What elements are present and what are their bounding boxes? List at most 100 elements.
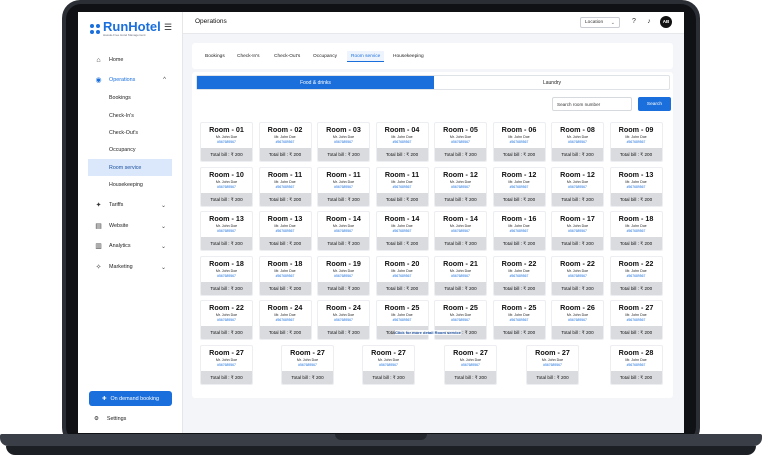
room-card[interactable]: Room - 12 Mr. John Doe #567689567 Total bil… xyxy=(434,167,487,207)
total-bill: Total bill : ₹ 200 xyxy=(363,371,414,384)
guest-phone: #567689567 xyxy=(626,318,646,322)
room-card[interactable]: Room - 05 Mr. John Doe #567689567 Total bil… xyxy=(434,122,487,162)
segment-food-drinks[interactable]: Food & drinks xyxy=(197,76,434,89)
marketing-icon: ✧ xyxy=(95,264,102,271)
sidebar-sub-bookings[interactable]: Bookings xyxy=(104,90,170,106)
room-card[interactable]: Room - 06 Mr. John Doe #567689567 Total bil… xyxy=(492,122,546,162)
room-card[interactable]: Room - 22 Mr. John Doe #567689567 Total bil… xyxy=(492,256,546,296)
sidebar-sub-room-service[interactable]: Room service xyxy=(88,159,172,176)
tab-housekeeping[interactable]: Housekeeping xyxy=(389,51,428,62)
room-card[interactable]: Room - 16 Mr. John Doe #567689567 Total bil… xyxy=(492,211,546,251)
room-card[interactable]: Room - 24 Mr. John Doe #567689567 Total bil… xyxy=(317,300,370,340)
sidebar-sub-housekeeping[interactable]: Housekeeping xyxy=(104,177,170,193)
room-card[interactable]: Room - 25Mr. John Doe#567689567 Total bil… xyxy=(492,300,546,340)
room-card[interactable]: Room - 27 Mr. John Doe #567689567 Total bil… xyxy=(444,345,497,385)
room-card[interactable]: Room - 21 Mr. John Doe #567689567 Total bil… xyxy=(434,256,487,296)
help-icon[interactable]: ? xyxy=(629,17,639,27)
location-select[interactable]: Location ⌄ xyxy=(580,17,620,28)
tab-room-service[interactable]: Room service xyxy=(347,51,385,62)
guest-name: Mr. John Doe xyxy=(274,224,296,228)
room-card[interactable]: Room - 20 Mr. John Doe #567689567 Total bil… xyxy=(375,256,429,296)
room-card[interactable]: Room - 11 Mr. John Doe #567689567 Total bil… xyxy=(375,167,429,207)
tab-checkins[interactable]: Check-In's xyxy=(233,51,264,62)
room-number: Room - 08 xyxy=(560,125,595,134)
room-card[interactable]: Room - 22 Mr. John Doe #567689567 Total bil… xyxy=(551,256,604,296)
room-card[interactable]: Room - 27 Mr. John Doe #567689567 Total bil… xyxy=(609,300,663,340)
sidebar-item-operations[interactable]: ◉ Operations ^ xyxy=(88,72,172,88)
room-card[interactable]: Room - 12 Mr. John Doe #567689567 Total bil… xyxy=(492,167,546,207)
total-bill: Total bill : ₹ 200 xyxy=(493,282,545,295)
sidebar-item-tariffs[interactable]: ✦ Tariffs ⌄ xyxy=(88,197,172,213)
room-card[interactable]: Room - 18 Mr. John Doe #567689567 Total bil… xyxy=(258,256,312,296)
room-card[interactable]: Room - 28 Mr. John Doe #567689567 Total bil… xyxy=(609,345,663,385)
chevron-down-icon: ⌄ xyxy=(160,243,166,250)
room-card[interactable]: Room - 13 Mr. John Doe #567689567 Total bil… xyxy=(200,211,253,251)
room-card[interactable]: Room - 04 Mr. John Doe #567689567 Total bil… xyxy=(375,122,429,162)
tab-checkouts[interactable]: Check-Out's xyxy=(270,51,304,62)
room-card[interactable]: Room - 01 Mr. John Doe #567689567 Total bil… xyxy=(200,122,253,162)
room-card[interactable]: Room - 11 Mr. John Doe #567689567 Total bil… xyxy=(258,167,312,207)
room-number: Room - 17 xyxy=(560,214,595,223)
guest-phone: #567689567 xyxy=(461,363,480,367)
room-card[interactable]: Room - 14 Mr. John Doe #567689567 Total bil… xyxy=(375,211,429,251)
room-card[interactable]: Room - 18 Mr. John Doe #567689567 Total bil… xyxy=(200,256,253,296)
room-card[interactable]: Room - 22 Mr. John Doe #567689567 Total bil… xyxy=(609,256,663,296)
app-logo[interactable]: RunHotel Hassle-Free Hotel Management xyxy=(90,18,161,40)
room-card[interactable]: Room - 17 Mr. John Doe #567689567 Total bil… xyxy=(551,211,604,251)
room-card[interactable]: Room - 13 Mr. John Doe #567689567 Total bil… xyxy=(609,167,663,207)
room-card[interactable]: Room - 03 Mr. John Doe #567689567 Total bil… xyxy=(317,122,370,162)
room-number: Room - 27 xyxy=(209,348,244,357)
room-card[interactable]: Room - 19 Mr. John Doe #567689567 Total bil… xyxy=(317,256,370,296)
sidebar-sub-checkouts[interactable]: Check-Out's xyxy=(104,125,170,141)
guest-name: Mr. John Doe xyxy=(274,313,296,317)
search-room-input[interactable]: Search room number xyxy=(552,97,632,111)
total-bill: Total bill : ₹ 200 xyxy=(201,282,252,295)
sidebar-item-website[interactable]: ▤ Website ⌄ xyxy=(88,218,172,234)
laptop-notch xyxy=(335,434,427,440)
guest-name: Mr. John Doe xyxy=(449,224,472,228)
sidebar-item-analytics[interactable]: ▥ Analytics ⌄ xyxy=(88,238,172,254)
sidebar-item-home[interactable]: ⌂ Home xyxy=(88,52,172,68)
room-card[interactable]: Room - 02 Mr. John Doe #567689567 Total bil… xyxy=(258,122,312,162)
room-card[interactable]: Room - 11 Mr. John Doe #567689567 Total bil… xyxy=(317,167,370,207)
room-card[interactable]: Room - 27 Mr. John Doe #567689567 Total bil… xyxy=(281,345,334,385)
room-card[interactable]: Room - 26 Mr. John Doe #567689567 Total bil… xyxy=(551,300,604,340)
guest-phone: #567689567 xyxy=(217,140,236,144)
avatar[interactable]: AB xyxy=(660,16,672,28)
guest-phone: #567689567 xyxy=(217,185,236,189)
room-card[interactable]: Room - 27 Mr. John Doe #567689567 Total bil… xyxy=(526,345,579,385)
room-card[interactable]: Room - 27 Mr. John Doe #567689567 Total bil… xyxy=(362,345,415,385)
on-demand-booking-button[interactable]: ✚ On demand booking xyxy=(89,391,172,406)
segment-laundry[interactable]: Laundry xyxy=(434,76,670,89)
guest-name: Mr. John Doe xyxy=(566,135,589,139)
room-card[interactable]: Room - 09 Mr. John Doe #567689567 Total bil… xyxy=(609,122,663,162)
bell-icon[interactable]: ♪ xyxy=(644,17,654,27)
guest-name: Mr. John Doe xyxy=(215,313,238,317)
room-card[interactable]: Room - 24 Mr. John Doe #567689567 Total bil… xyxy=(258,300,312,340)
room-card[interactable]: Room - 18 Mr. John Doe #567689567 Total bil… xyxy=(609,211,663,251)
sidebar-sub-occupancy[interactable]: Occupancy xyxy=(104,142,170,158)
guest-phone: #567689567 xyxy=(451,274,470,278)
total-bill: Total bill : ₹ 200 xyxy=(318,148,369,161)
room-card[interactable]: Room - 27 Mr. John Doe #567689567 Total bil… xyxy=(200,345,253,385)
tab-bookings[interactable]: Bookings xyxy=(201,51,229,62)
sidebar-item-settings[interactable]: ⚙ Settings xyxy=(94,416,126,422)
tab-occupancy[interactable]: Occupancy xyxy=(309,51,341,62)
menu-collapse-icon[interactable]: ☰ xyxy=(164,22,172,33)
room-card[interactable]: Room - 14 Mr. John Doe #567689567 Total bil… xyxy=(317,211,370,251)
sidebar-item-marketing[interactable]: ✧ Marketing ⌄ xyxy=(88,259,172,275)
room-card[interactable]: Room - 14 Mr. John Doe #567689567 Total bil… xyxy=(434,211,487,251)
room-card[interactable]: Room - 08 Mr. John Doe #567689567 Total bil… xyxy=(551,122,604,162)
room-card[interactable]: Room - 13 Mr. John Doe #567689567 Total bil… xyxy=(258,211,312,251)
total-bill: Total bill : ₹ 200 xyxy=(552,237,603,250)
room-card[interactable]: Room - 10 Mr. John Doe #567689567 Total bil… xyxy=(200,167,253,207)
total-bill: Total bill : ₹ 200 xyxy=(493,326,545,339)
guest-name: Mr. John Doe xyxy=(332,313,355,317)
room-number: Room - 10 xyxy=(209,170,244,179)
room-card[interactable]: Room - 12 Mr. John Doe #567689567 Total bil… xyxy=(551,167,604,207)
search-button[interactable]: Search xyxy=(638,97,671,111)
room-number: Room - 25 xyxy=(384,303,420,312)
guest-phone: #567689567 xyxy=(275,318,295,322)
sidebar-sub-checkins[interactable]: Check-In's xyxy=(104,108,170,124)
room-card[interactable]: Room - 22 Mr. John Doe #567689567 Total bil… xyxy=(200,300,253,340)
